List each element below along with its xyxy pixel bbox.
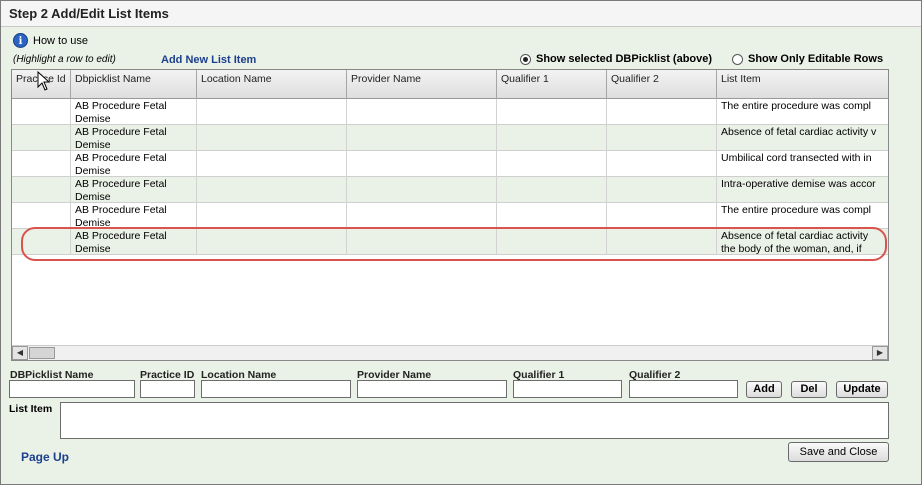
highlight-hint: (Highlight a row to edit) xyxy=(13,54,116,65)
cell-provider-name xyxy=(347,151,497,177)
cell-qualifier-2 xyxy=(607,177,717,203)
radio-show-editable-label: Show Only Editable Rows xyxy=(748,53,884,65)
cell-qualifier-1 xyxy=(497,229,607,255)
cell-qualifier-2 xyxy=(607,125,717,151)
cell-qualifier-2 xyxy=(607,203,717,229)
cell-practice-id xyxy=(12,125,71,151)
scroll-left-icon[interactable]: ◀ xyxy=(12,346,28,360)
table-row-selected[interactable]: AB Procedure Fetal Demise Absence of fet… xyxy=(12,229,888,255)
cell-list-item: Intra-operative demise was accor xyxy=(717,177,888,203)
table-row[interactable]: AB Procedure Fetal Demise Intra-operativ… xyxy=(12,177,888,203)
cell-qualifier-1 xyxy=(497,151,607,177)
radio-unselected-icon[interactable] xyxy=(732,53,743,65)
cell-qualifier-1 xyxy=(497,125,607,151)
cell-practice-id xyxy=(12,229,71,255)
qualifier-1-field[interactable] xyxy=(513,380,622,398)
cell-dbpicklist-name: AB Procedure Fetal Demise xyxy=(71,151,197,177)
table-row[interactable]: AB Procedure Fetal Demise The entire pro… xyxy=(12,203,888,229)
radio-show-selected-label: Show selected DBPicklist (above) xyxy=(536,53,713,65)
grid-body: AB Procedure Fetal Demise The entire pro… xyxy=(12,99,888,255)
info-icon: i xyxy=(13,33,28,48)
column-header-list-item[interactable]: List Item xyxy=(717,70,888,99)
grid-header: Practice Id Dbpicklist Name Location Nam… xyxy=(12,70,888,99)
table-row[interactable]: AB Procedure Fetal Demise Absence of fet… xyxy=(12,125,888,151)
scroll-thumb[interactable] xyxy=(29,347,55,359)
list-item-textarea[interactable] xyxy=(60,402,889,439)
provider-name-field[interactable] xyxy=(357,380,507,398)
dialog-window: Step 2 Add/Edit List Items i How to use … xyxy=(0,0,922,485)
cell-qualifier-1 xyxy=(497,203,607,229)
table-row[interactable]: AB Procedure Fetal Demise Umbilical cord… xyxy=(12,151,888,177)
cell-dbpicklist-name: AB Procedure Fetal Demise xyxy=(71,99,197,125)
cell-practice-id xyxy=(12,177,71,203)
cell-dbpicklist-name: AB Procedure Fetal Demise xyxy=(71,125,197,151)
list-items-grid: Practice Id Dbpicklist Name Location Nam… xyxy=(11,69,889,361)
mouse-cursor-icon xyxy=(37,71,51,91)
cell-location-name xyxy=(197,177,347,203)
cell-list-item: Umbilical cord transected with in xyxy=(717,151,888,177)
cell-qualifier-2 xyxy=(607,99,717,125)
cell-location-name xyxy=(197,203,347,229)
dbpicklist-name-field[interactable] xyxy=(9,380,135,398)
cell-provider-name xyxy=(347,203,497,229)
cell-location-name xyxy=(197,151,347,177)
cell-dbpicklist-name: AB Procedure Fetal Demise xyxy=(71,203,197,229)
cell-location-name xyxy=(197,125,347,151)
cell-qualifier-2 xyxy=(607,229,717,255)
cell-list-item: Absence of fetal cardiac activity the bo… xyxy=(717,229,888,255)
cell-provider-name xyxy=(347,99,497,125)
how-to-use-link[interactable]: i How to use xyxy=(13,33,88,48)
column-header-location-name[interactable]: Location Name xyxy=(197,70,347,99)
column-header-qualifier-1[interactable]: Qualifier 1 xyxy=(497,70,607,99)
save-and-close-button[interactable]: Save and Close xyxy=(788,442,889,462)
cell-list-item: The entire procedure was compl xyxy=(717,203,888,229)
cell-provider-name xyxy=(347,125,497,151)
radio-show-editable[interactable]: Show Only Editable Rows xyxy=(732,53,883,65)
column-header-qualifier-2[interactable]: Qualifier 2 xyxy=(607,70,717,99)
cell-practice-id xyxy=(12,151,71,177)
cell-qualifier-1 xyxy=(497,177,607,203)
cell-qualifier-1 xyxy=(497,99,607,125)
how-to-use-label: How to use xyxy=(33,34,89,47)
list-item-label: List Item xyxy=(9,403,53,415)
table-row[interactable]: AB Procedure Fetal Demise The entire pro… xyxy=(12,99,888,125)
update-button[interactable]: Update xyxy=(836,381,888,398)
cell-location-name xyxy=(197,99,347,125)
location-name-field[interactable] xyxy=(201,380,351,398)
add-new-list-item-link[interactable]: Add New List Item xyxy=(161,54,256,66)
horizontal-scrollbar[interactable]: ◀ ▶ xyxy=(12,345,888,360)
cell-location-name xyxy=(197,229,347,255)
radio-show-selected[interactable]: Show selected DBPicklist (above) xyxy=(520,53,712,65)
column-header-provider-name[interactable]: Provider Name xyxy=(347,70,497,99)
cell-provider-name xyxy=(347,229,497,255)
cell-dbpicklist-name: AB Procedure Fetal Demise xyxy=(71,177,197,203)
cell-list-item: Absence of fetal cardiac activity v xyxy=(717,125,888,151)
cell-list-item: The entire procedure was compl xyxy=(717,99,888,125)
practice-id-field[interactable] xyxy=(140,380,195,398)
window-title: Step 2 Add/Edit List Items xyxy=(1,1,921,27)
cell-practice-id xyxy=(12,203,71,229)
cell-qualifier-2 xyxy=(607,151,717,177)
cell-practice-id xyxy=(12,99,71,125)
column-header-dbpicklist-name[interactable]: Dbpicklist Name xyxy=(71,70,197,99)
page-up-link[interactable]: Page Up xyxy=(21,450,69,464)
add-button[interactable]: Add xyxy=(746,381,782,398)
radio-selected-icon[interactable] xyxy=(520,53,531,65)
qualifier-2-field[interactable] xyxy=(629,380,738,398)
cell-provider-name xyxy=(347,177,497,203)
delete-button[interactable]: Del xyxy=(791,381,827,398)
cell-dbpicklist-name: AB Procedure Fetal Demise xyxy=(71,229,197,255)
scroll-right-icon[interactable]: ▶ xyxy=(872,346,888,360)
